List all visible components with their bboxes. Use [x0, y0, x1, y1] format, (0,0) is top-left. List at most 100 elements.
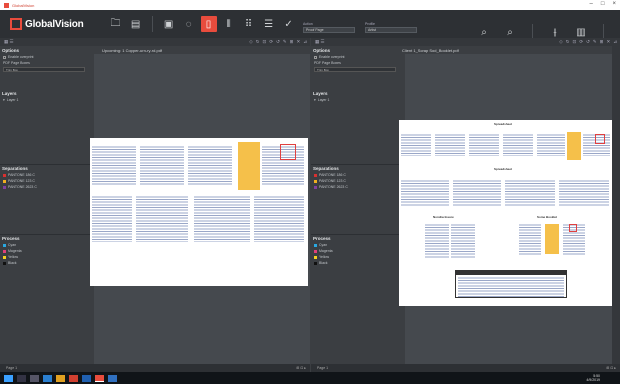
tool-icon[interactable]: ↺ — [276, 39, 280, 45]
profile-select[interactable]: Artist — [365, 27, 417, 33]
app-icon[interactable] — [108, 374, 117, 382]
tool-icon[interactable]: ⊡ — [573, 39, 577, 45]
layer-row[interactable]: ▾ Layer 1 — [0, 98, 94, 102]
left-document-page — [90, 138, 308, 286]
browser-icon[interactable] — [43, 374, 52, 382]
maximize-icon[interactable]: □ — [601, 1, 605, 7]
process-row[interactable]: Black — [311, 261, 405, 265]
process-title: Process — [2, 236, 20, 241]
process-row[interactable]: Magenta — [0, 249, 94, 253]
check-icon[interactable]: ✓ — [281, 16, 297, 32]
separation-row[interactable]: PANTONE 186 C — [0, 173, 94, 177]
image-icon[interactable]: ▣ — [161, 16, 177, 32]
difference-marker[interactable] — [280, 144, 296, 160]
text-block — [140, 146, 184, 186]
open-folder-icon[interactable]: 🗀 — [108, 16, 124, 32]
right-page-indicator[interactable]: Page 1 — [317, 366, 328, 370]
tool-icon[interactable]: ↻ — [256, 39, 260, 45]
tool-icon[interactable]: ⊞ — [290, 39, 294, 45]
left-document-viewer[interactable] — [90, 54, 310, 364]
visibility-icon[interactable]: ▾ — [314, 98, 316, 102]
checkbox-icon[interactable] — [3, 55, 6, 59]
tool-icon[interactable]: ↻ — [566, 39, 570, 45]
right-side-tabs[interactable] — [612, 46, 620, 364]
tool-icon[interactable]: ⊿ — [303, 39, 307, 45]
color-swatch — [3, 185, 6, 189]
tool-icon[interactable]: ✕ — [606, 39, 610, 45]
enable-overprint-row[interactable]: Enable overprint — [311, 55, 405, 59]
close-icon[interactable]: × — [612, 1, 616, 7]
grid-view-icon[interactable]: ⠿ — [241, 16, 257, 32]
window-controls: – □ × — [590, 1, 616, 7]
difference-marker[interactable] — [569, 224, 577, 232]
color-swatch — [3, 173, 6, 177]
right-panel-menu-icon[interactable]: ▦ ☰ — [315, 39, 325, 45]
tool-icon[interactable]: ⊡ — [263, 39, 267, 45]
text-block — [401, 180, 449, 206]
globalvision-taskbar-icon[interactable] — [95, 374, 104, 382]
tool-icon[interactable]: ↺ — [586, 39, 590, 45]
layers-section: Layers ▾ Layer 1 — [311, 91, 405, 102]
text-block — [92, 196, 132, 242]
table-block — [455, 270, 567, 298]
process-row[interactable]: Magenta — [311, 249, 405, 253]
page-box-select[interactable]: Trim Box — [314, 67, 396, 72]
difference-marker[interactable] — [595, 134, 605, 144]
columns-view-icon[interactable]: ⦀ — [221, 16, 237, 32]
minimize-icon[interactable]: – — [590, 1, 593, 7]
process-row[interactable]: Yellow — [311, 255, 405, 259]
tool-icon[interactable]: ✕ — [296, 39, 300, 45]
text-block — [458, 277, 564, 297]
process-row[interactable]: Cyan — [0, 243, 94, 247]
text-block — [188, 146, 232, 186]
enable-overprint-row[interactable]: Enable overprint — [0, 55, 94, 59]
process-row[interactable]: Cyan — [311, 243, 405, 247]
layers-title: Layers — [2, 91, 17, 96]
page-box-select[interactable]: Trim Box — [3, 67, 85, 72]
scan-icon[interactable]: ▤ — [128, 16, 144, 32]
separation-row[interactable]: PANTONE 186 C — [311, 173, 405, 177]
windows-start-icon[interactable] — [4, 374, 13, 382]
left-zoom-controls[interactable]: ⊞ ⊡ ▸ — [296, 366, 306, 370]
separation-row[interactable]: PANTONE 2623 C — [311, 185, 405, 189]
search-icon[interactable] — [17, 374, 26, 382]
action-select[interactable]: Proof Page — [303, 27, 355, 33]
left-options-panel: Options Enable overprint PDF Page Boxes … — [0, 46, 94, 364]
left-panel-menu-icon[interactable]: ▦ ☰ — [4, 39, 14, 45]
tool-icon[interactable]: ◇ — [559, 39, 562, 45]
right-zoom-controls[interactable]: ⊞ ⊡ ▸ — [606, 366, 616, 370]
checkbox-icon[interactable] — [314, 55, 317, 59]
tool-icon[interactable]: ✎ — [283, 39, 287, 45]
tool-icon[interactable]: ✎ — [593, 39, 597, 45]
task-view-icon[interactable] — [30, 374, 39, 382]
process-row[interactable]: Yellow — [0, 255, 94, 259]
process-row[interactable]: Black — [0, 261, 94, 265]
file-explorer-icon[interactable] — [56, 374, 65, 382]
left-page-indicator[interactable]: Page 1 — [6, 366, 17, 370]
settings-icon[interactable]: ◌ — [181, 16, 197, 32]
separation-row[interactable]: PANTONE 123 C — [311, 179, 405, 183]
layer-row[interactable]: ▾ Layer 1 — [311, 98, 405, 102]
right-document-viewer[interactable]: Spreadsheet Spreadsheet Nondisclosure So… — [399, 54, 612, 364]
toolbar-icons: 🗀 ▤ ▣ ◌ ▯ ⦀ ⠿ ☰ ✓ — [108, 16, 297, 32]
layer-label: Layer 1 — [6, 98, 19, 102]
separation-row[interactable]: PANTONE 123 C — [0, 179, 94, 183]
list-view-icon[interactable]: ☰ — [261, 16, 277, 32]
right-panel-header: ▦ ☰ ◇ ↻ ⊡ ⟳ ↺ ✎ ⊞ ✕ ⊿ — [311, 38, 620, 46]
divider — [311, 164, 405, 165]
separation-row[interactable]: PANTONE 2623 C — [0, 185, 94, 189]
tool-icon[interactable]: ⊿ — [613, 39, 617, 45]
tool-icon[interactable]: ⟳ — [579, 39, 583, 45]
pdf-page-boxes-label: PDF Page Boxes — [3, 61, 30, 65]
tool-icon[interactable]: ⊞ — [600, 39, 604, 45]
separations-title: Separations — [2, 166, 28, 171]
text-block — [453, 180, 501, 206]
tool-icon[interactable]: ◇ — [249, 39, 252, 45]
visibility-icon[interactable]: ▾ — [3, 98, 5, 102]
app-icon[interactable] — [82, 374, 91, 382]
color-swatch — [3, 261, 6, 265]
tool-icon[interactable]: ⟳ — [269, 39, 273, 45]
app-icon[interactable] — [69, 374, 78, 382]
single-page-view-icon[interactable]: ▯ — [200, 16, 217, 32]
table-header-bar — [456, 271, 566, 275]
